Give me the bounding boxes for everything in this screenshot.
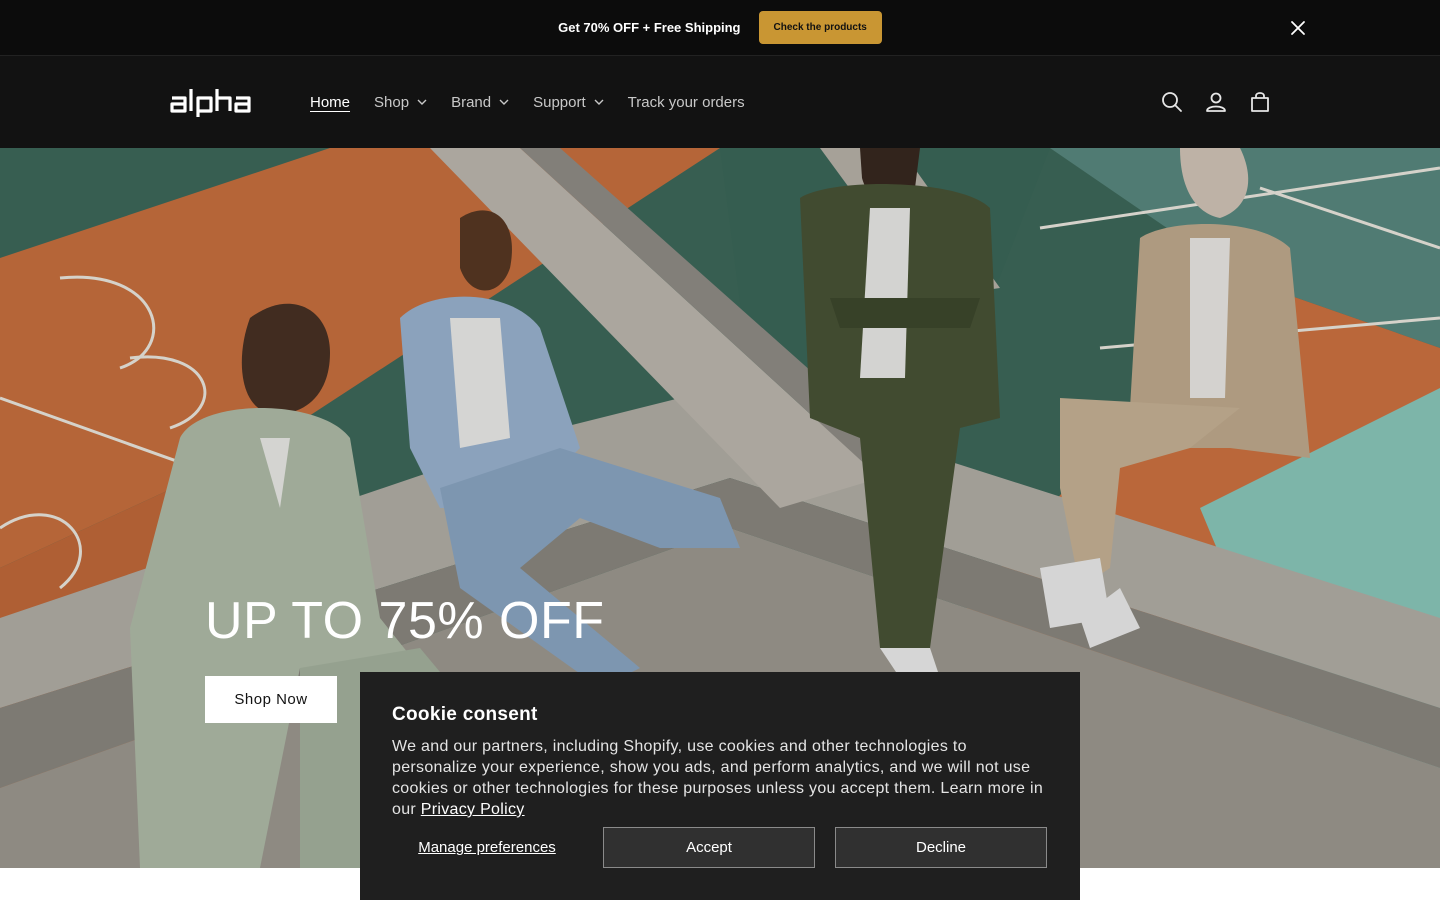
check-products-button[interactable]: Check the products xyxy=(758,11,882,44)
cookie-consent-panel: Cookie consent We and our partners, incl… xyxy=(360,672,1080,900)
hero-headline: UP TO 75% OFF xyxy=(205,592,605,650)
nav-home-label: Home xyxy=(310,93,351,111)
nav-brand[interactable]: Brand xyxy=(439,82,521,122)
cookie-actions: Manage preferences Accept Decline xyxy=(392,827,1048,868)
cookie-title: Cookie consent xyxy=(392,704,538,725)
cart-icon[interactable] xyxy=(1247,89,1273,115)
announcement-bar: Get 70% OFF + Free Shipping Check the pr… xyxy=(0,0,1440,55)
chevron-down-icon xyxy=(417,99,427,105)
nav-track-orders-label: Track your orders xyxy=(627,93,745,111)
search-icon[interactable] xyxy=(1159,89,1185,115)
account-icon[interactable] xyxy=(1203,89,1229,115)
nav-home[interactable]: Home xyxy=(298,82,362,122)
shop-now-button[interactable]: Shop Now xyxy=(205,676,337,723)
decline-button[interactable]: Decline xyxy=(835,827,1047,868)
chevron-down-icon xyxy=(594,99,604,105)
manage-preferences-button[interactable]: Manage preferences xyxy=(392,827,582,868)
alpha-logo[interactable] xyxy=(170,86,270,118)
cookie-body: We and our partners, including Shopify, … xyxy=(392,736,1052,820)
main-nav: Home Shop Brand Support Track your order… xyxy=(298,56,757,148)
nav-shop[interactable]: Shop xyxy=(362,82,439,122)
nav-brand-label: Brand xyxy=(451,93,492,111)
announcement-text: Get 70% OFF + Free Shipping xyxy=(558,20,741,35)
nav-support-label: Support xyxy=(533,93,586,111)
nav-track-orders[interactable]: Track your orders xyxy=(616,82,757,122)
close-icon[interactable] xyxy=(1286,16,1310,40)
accept-button[interactable]: Accept xyxy=(603,827,815,868)
chevron-down-icon xyxy=(499,99,509,105)
site-header: Home Shop Brand Support Track your order… xyxy=(0,55,1440,148)
privacy-policy-link[interactable]: Privacy Policy xyxy=(421,801,525,818)
nav-shop-label: Shop xyxy=(374,93,410,111)
nav-support[interactable]: Support xyxy=(521,82,616,122)
